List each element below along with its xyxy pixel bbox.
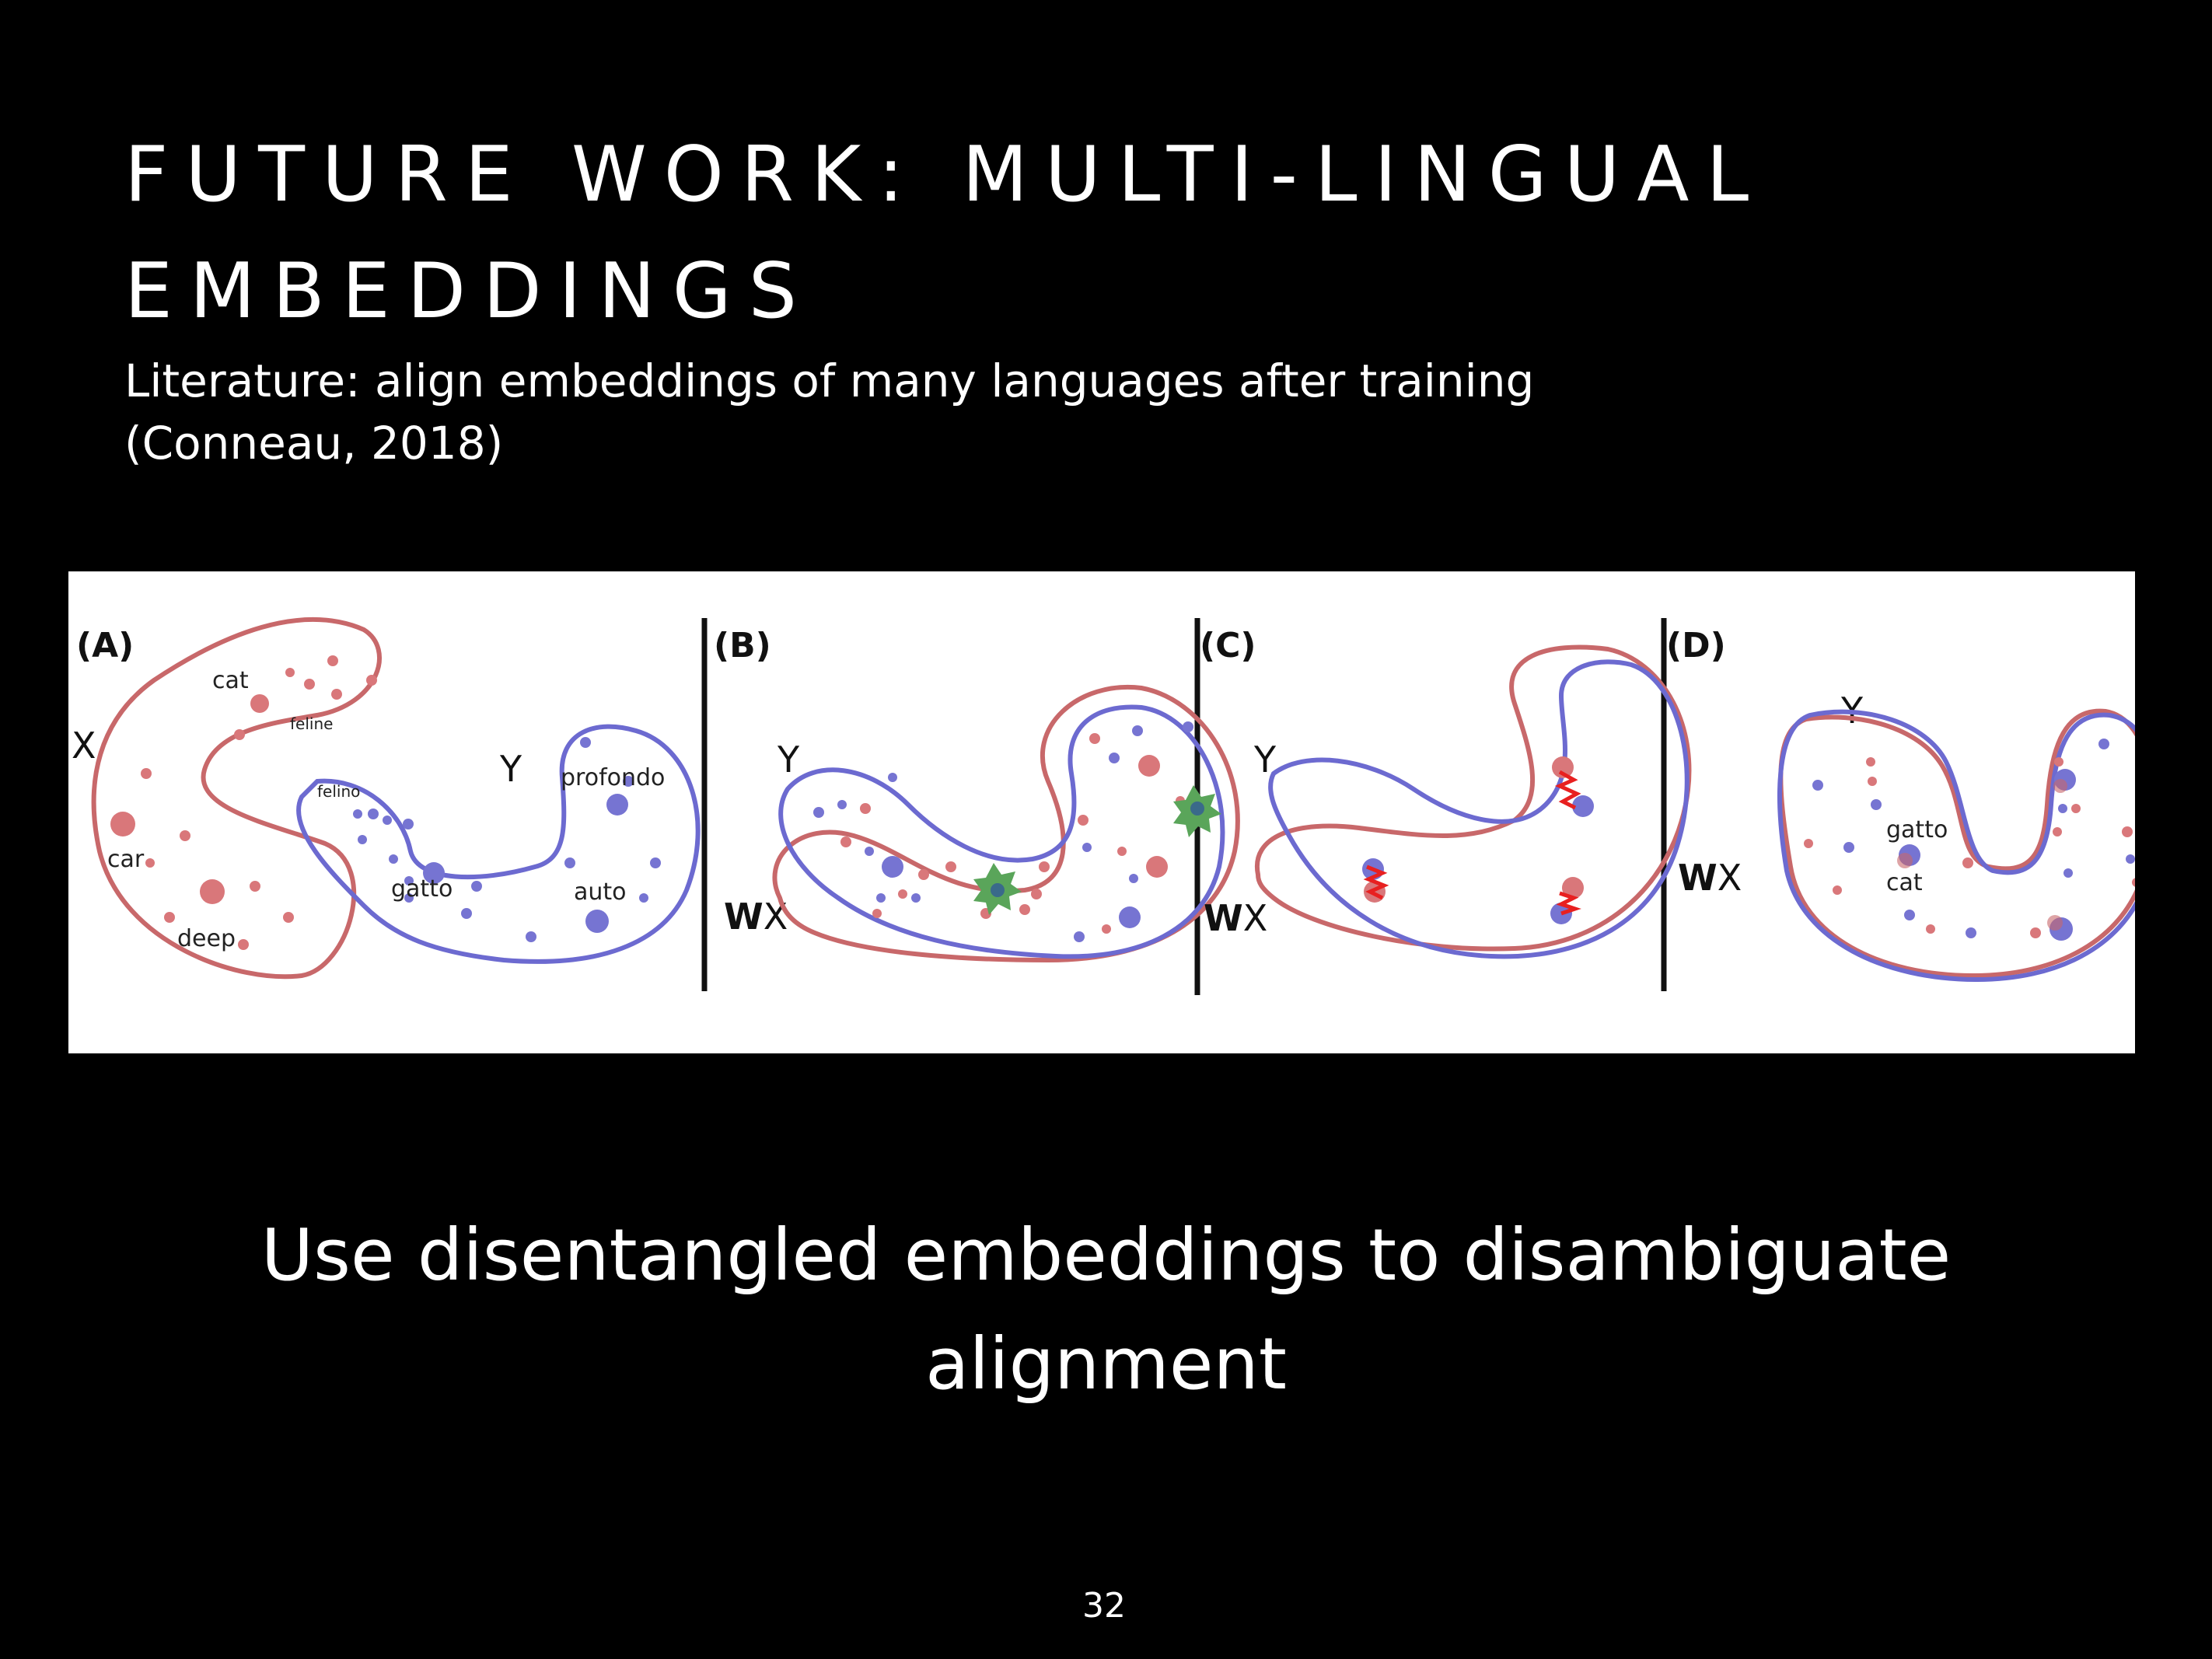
- shape-y-a: [296, 724, 701, 964]
- points-a-red: [110, 655, 377, 950]
- shape-y-c: [1268, 659, 1690, 959]
- body-line-1: Use disentangled embeddings to disambigu…: [260, 1214, 1952, 1297]
- panel-label-d: (D): [1666, 626, 1726, 665]
- body-line-2: alignment: [925, 1322, 1287, 1406]
- subtitle: Literature: align embeddings of many lan…: [124, 350, 2068, 474]
- panel-label-b: (B): [714, 626, 771, 665]
- word-gatto-a: gatto: [391, 875, 453, 903]
- slide-title: FUTURE WORK: MULTI-LINGUAL EMBEDDINGS: [124, 117, 2068, 350]
- label-x-a: X: [72, 725, 96, 767]
- panel-label-a: (A): [76, 626, 134, 665]
- title-line-2: EMBEDDINGS: [124, 247, 814, 336]
- alignment-figure: (A) X Y cat feline car deep felino profo…: [68, 571, 2135, 1053]
- panel-label-c: (C): [1200, 626, 1256, 665]
- title-line-1: FUTURE WORK: MULTI-LINGUAL: [124, 131, 1766, 219]
- shape-wx-b: [772, 684, 1240, 963]
- shape-wx-d: [1778, 708, 2135, 979]
- shape-y-d: [1777, 709, 2135, 983]
- word-cat-d: cat: [1886, 869, 1923, 896]
- points-b: [813, 721, 1209, 942]
- label-wx-c: WX: [1204, 897, 1267, 939]
- word-felino-a: felino: [317, 782, 360, 801]
- word-car-a: car: [107, 846, 145, 873]
- page-number: 32: [1082, 1586, 1126, 1626]
- label-y-a: Y: [499, 748, 522, 790]
- label-y-b: Y: [777, 739, 800, 781]
- mismatch-markers-c: [1363, 770, 1581, 916]
- word-auto-a: auto: [574, 878, 627, 906]
- label-wx-b: WX: [724, 896, 788, 938]
- word-cat-a: cat: [212, 667, 249, 694]
- word-profondo-a: profondo: [561, 764, 665, 791]
- shape-wx-c: [1254, 644, 1692, 952]
- body-text: Use disentangled embeddings to disambigu…: [78, 1201, 2134, 1419]
- label-wx-d: WX: [1678, 857, 1742, 899]
- word-gatto-d: gatto: [1886, 816, 1948, 843]
- alignment-diagram: (A) X Y cat feline car deep felino profo…: [72, 617, 2135, 995]
- match-star-b-1: [973, 863, 1022, 915]
- word-feline-a: feline: [290, 714, 333, 733]
- word-deep-a: deep: [177, 925, 236, 952]
- subtitle-line-1: Literature: align embeddings of many lan…: [124, 355, 1535, 407]
- subtitle-line-2: (Conneau, 2018): [124, 417, 504, 470]
